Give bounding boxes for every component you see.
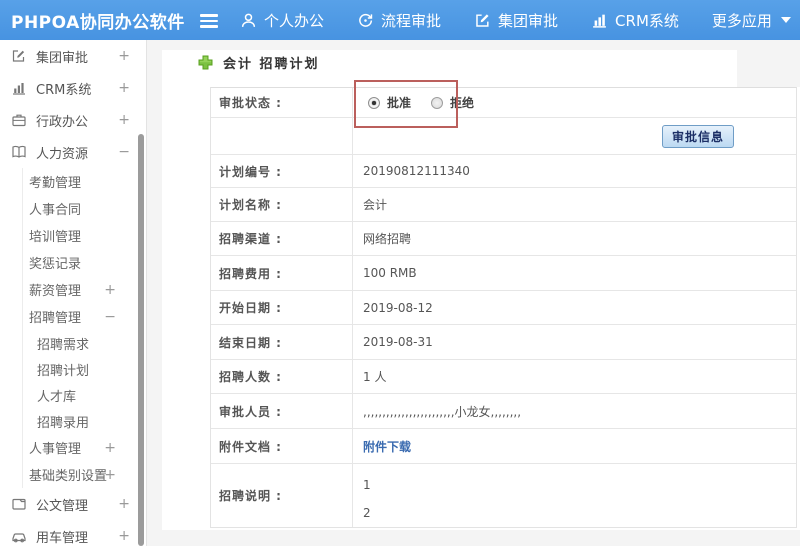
radio-unselected-icon[interactable]: [431, 96, 444, 109]
status-row: 审批状态 : 批准 拒绝: [211, 88, 796, 118]
expand-toggle[interactable]: +: [104, 440, 116, 456]
book-icon: [11, 144, 27, 160]
sidebar-item-recruit-demand[interactable]: 招聘需求: [22, 330, 146, 356]
field-label: 结束日期 :: [211, 325, 353, 359]
expand-toggle[interactable]: +: [104, 282, 116, 298]
sidebar-item-admin-office[interactable]: 行政办公 +: [0, 104, 146, 136]
field-label: 招聘费用 :: [211, 256, 353, 290]
sidebar-item-vehicle[interactable]: 用车管理 +: [0, 520, 146, 546]
bar-chart-icon: [591, 12, 608, 29]
field-value: ,,,,,,,,,,,,,,,,,,,,,,,,小龙女,,,,,,,,: [363, 404, 522, 419]
field-label: 开始日期 :: [211, 291, 353, 324]
sidebar: 集团审批 + CRM系统 + 行政办公 + 人力资源 − 考勤管理 人事合同 培…: [0, 40, 147, 546]
field-label: 招聘说明 :: [211, 464, 353, 527]
field-value: 2019-08-12: [363, 300, 433, 315]
collapse-toggle[interactable]: −: [118, 144, 130, 160]
attachment-row: 附件文档 : 附件下载: [211, 429, 796, 464]
caret-down-icon: [780, 17, 791, 23]
sidebar-item-base-category[interactable]: 基础类别设置 +: [22, 461, 146, 488]
table-row: 计划编号 : 20190812111340: [211, 155, 796, 188]
briefcase-icon: [11, 112, 27, 128]
expand-toggle[interactable]: +: [104, 467, 116, 483]
nav-group-approval[interactable]: 集团审批: [474, 10, 558, 31]
app-logo: PHPOA协同办公软件: [11, 12, 185, 33]
field-label: 审批人员 :: [211, 394, 353, 428]
approve-radio-option[interactable]: 批准: [368, 94, 411, 111]
nav-crm-system[interactable]: CRM系统: [591, 10, 679, 31]
sidebar-item-talent-pool[interactable]: 人才库: [22, 382, 146, 408]
top-header: PHPOA协同办公软件 个人办公 流程审批 集团审批 CRM系统 更多应用: [0, 0, 800, 40]
sidebar-item-recruit-plan[interactable]: 招聘计划: [22, 356, 146, 382]
sidebar-item-crm[interactable]: CRM系统 +: [0, 72, 146, 104]
add-icon: [198, 55, 213, 70]
field-value: 2019-08-31: [363, 335, 433, 349]
expand-toggle[interactable]: +: [118, 528, 130, 544]
table-row: 结束日期 : 2019-08-31: [211, 325, 796, 360]
table-row: 招聘人数 : 1 人: [211, 360, 796, 394]
page-title: 会计 招聘计划: [198, 53, 320, 72]
folder-icon: [11, 496, 27, 512]
bar-chart-icon: [11, 80, 27, 96]
sidebar-item-recruit-mgmt[interactable]: 招聘管理 −: [22, 303, 146, 330]
description-row: 招聘说明 : 1 2: [211, 464, 796, 527]
field-label: 招聘渠道 :: [211, 222, 353, 255]
approval-status-radio-group: 批准 拒绝: [368, 94, 474, 111]
field-label: 计划名称 :: [211, 188, 353, 221]
nav-more-apps[interactable]: 更多应用: [712, 10, 791, 31]
edit-square-icon: [11, 48, 27, 64]
nav-workflow-approval[interactable]: 流程审批: [357, 10, 441, 31]
collapse-toggle[interactable]: −: [104, 309, 116, 325]
field-value: 20190812111340: [363, 164, 470, 178]
sidebar-item-documents[interactable]: 公文管理 +: [0, 488, 146, 520]
table-row: 开始日期 : 2019-08-12: [211, 291, 796, 325]
reject-radio-option[interactable]: 拒绝: [431, 94, 474, 111]
sidebar-item-personnel[interactable]: 人事管理 +: [22, 434, 146, 461]
table-row: 审批人员 : ,,,,,,,,,,,,,,,,,,,,,,,,小龙女,,,,,,…: [211, 394, 796, 429]
sidebar-item-hr-contract[interactable]: 人事合同: [22, 195, 146, 222]
cycle-icon: [357, 12, 374, 29]
sidebar-item-rewards[interactable]: 奖惩记录: [22, 249, 146, 276]
sidebar-item-training[interactable]: 培训管理: [22, 222, 146, 249]
corner-spacer: [737, 40, 800, 87]
nav-personal-office[interactable]: 个人办公: [240, 10, 324, 31]
sidebar-item-recruit-hire[interactable]: 招聘录用: [22, 408, 146, 434]
table-row: 计划名称 : 会计: [211, 188, 796, 222]
radio-selected-icon[interactable]: [368, 96, 380, 109]
expand-toggle[interactable]: +: [118, 496, 130, 512]
hamburger-menu-icon[interactable]: [200, 11, 220, 29]
edit-icon: [474, 12, 491, 29]
field-value: 会计: [363, 198, 388, 212]
sidebar-item-hr[interactable]: 人力资源 −: [0, 136, 146, 168]
field-value: 网络招聘: [363, 232, 412, 246]
sidebar-item-salary[interactable]: 薪资管理 +: [22, 276, 146, 303]
button-row: 审批信息: [211, 118, 796, 155]
recruit-plan-form: 审批状态 : 批准 拒绝 审批信息 计划编号: 20190812111340 …: [210, 87, 797, 528]
field-value: 100 RMB: [363, 266, 417, 280]
approval-info-button[interactable]: 审批信息: [661, 124, 734, 148]
user-icon: [240, 12, 257, 29]
top-nav: 个人办公 流程审批 集团审批 CRM系统 更多应用: [240, 0, 791, 40]
sidebar-item-group-approval[interactable]: 集团审批 +: [0, 40, 146, 72]
car-icon: [11, 528, 27, 544]
field-value: 1 人: [363, 370, 387, 384]
field-label: 附件文档 :: [211, 429, 353, 463]
expand-toggle[interactable]: +: [118, 80, 130, 96]
table-row: 招聘费用 : 100 RMB: [211, 256, 796, 291]
field-label: 招聘人数 :: [211, 360, 353, 393]
expand-toggle[interactable]: +: [118, 48, 130, 64]
table-row: 招聘渠道 : 网络招聘: [211, 222, 796, 256]
sidebar-scrollbar[interactable]: [138, 134, 144, 546]
field-label: 计划编号 :: [211, 155, 353, 187]
sidebar-item-attendance[interactable]: 考勤管理: [22, 168, 146, 195]
field-label: 审批状态 :: [211, 88, 353, 117]
attachment-download-link[interactable]: 附件下载: [363, 438, 411, 455]
field-value: 1 2: [363, 478, 371, 520]
expand-toggle[interactable]: +: [118, 112, 130, 128]
main-content: 会计 招聘计划 审批状态 : 批准 拒绝 审批信息 计划编号: 2019081…: [148, 40, 800, 546]
